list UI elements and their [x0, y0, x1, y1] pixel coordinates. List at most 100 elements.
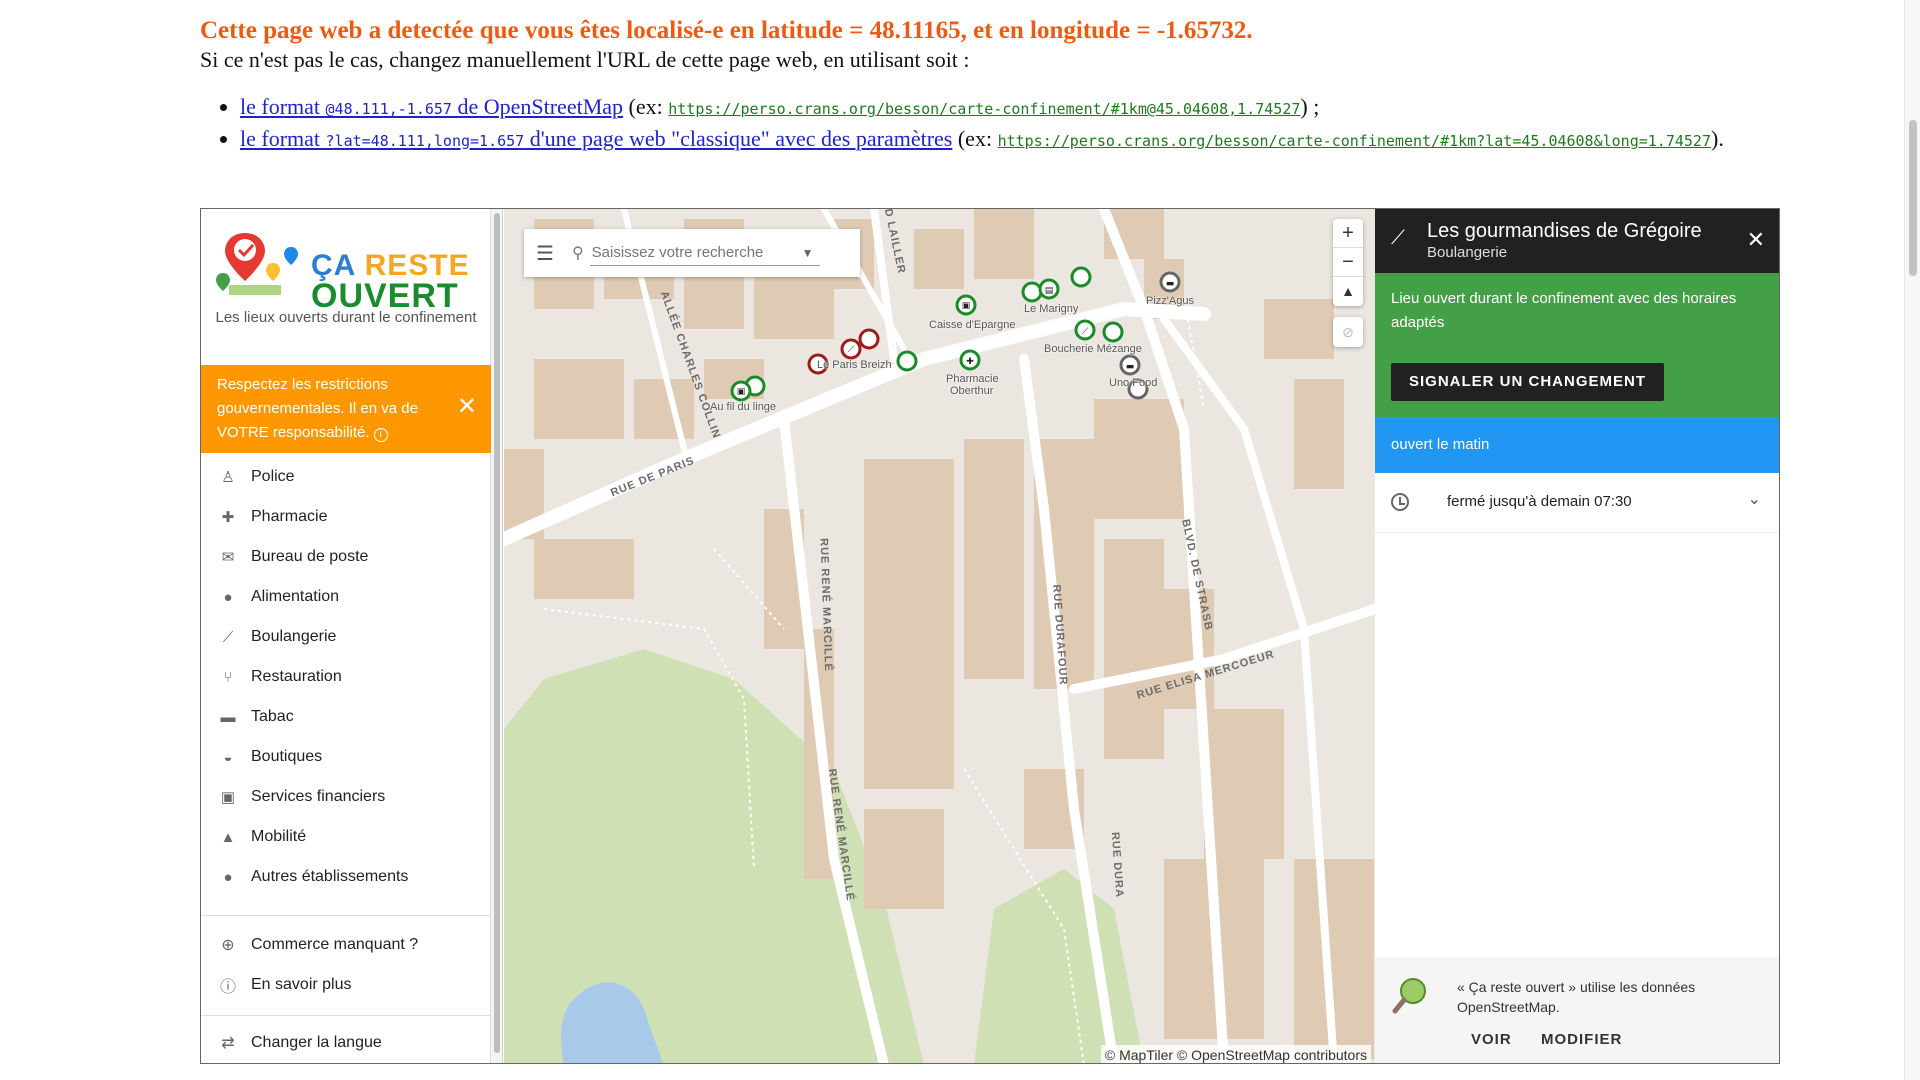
search-bar: ☰ ⚲ ▼ — [524, 229, 860, 277]
basket-icon: ◒ — [223, 748, 233, 766]
category-pharmacie[interactable]: ✚ Pharmacie — [201, 497, 491, 537]
learn-more-item[interactable]: ⓘ En savoir plus — [201, 965, 491, 1005]
category-alimentation[interactable]: ● Alimentation — [201, 577, 491, 617]
status-section: Lieu ouvert durant le confinement avec d… — [1375, 273, 1779, 417]
pin-icon: ● — [223, 868, 233, 886]
food-icon: ● — [223, 588, 233, 606]
format-osm-link[interactable]: le format @48.111,-1.657 de OpenStreetMa… — [240, 94, 623, 119]
map-app: ÇA RESTE OUVERT Les lieux ouverts durant… — [200, 208, 1780, 1064]
category-restauration[interactable]: ⑂ Restauration — [201, 657, 491, 697]
pharmacy-icon: ✚ — [221, 509, 235, 526]
magnifier-globe-icon — [1392, 978, 1426, 1014]
category-list: ♙ Police ✚ Pharmacie ✉ Bureau de poste ● Ali… — [201, 457, 491, 897]
opening-hours-row[interactable]: fermé jusqu'à demain 07:30 ⌄ — [1375, 473, 1779, 533]
missing-shop-item[interactable]: ⊕ Commerce manquant ? — [201, 925, 491, 965]
svg-text:▣: ▣ — [737, 387, 746, 397]
compass-button[interactable]: ▲ — [1333, 277, 1363, 306]
info-circle-icon: ⓘ — [219, 979, 236, 996]
zoom-in-button[interactable]: + — [1333, 219, 1363, 248]
bread-icon: ⟋ — [1391, 227, 1405, 249]
format-item-params: le format ?lat=48.111,long=1.657 d'une p… — [240, 124, 1760, 156]
format-list: le format @48.111,-1.657 de OpenStreetMa… — [200, 92, 1760, 156]
change-language-item[interactable]: ⇄ Changer la langue — [201, 1023, 491, 1063]
example-params-url[interactable]: https://perso.crans.org/besson/carte-con… — [998, 132, 1711, 150]
translate-icon: ⇄ — [221, 1035, 235, 1052]
sidebar: ÇA RESTE OUVERT Les lieux ouverts durant… — [201, 209, 491, 1063]
category-tabac[interactable]: ▬ Tabac — [201, 697, 491, 737]
place-name: Les gourmandises de Grégoire — [1427, 220, 1702, 242]
poi-label[interactable]: Au fil du linge — [710, 401, 776, 413]
format-params-link[interactable]: le format ?lat=48.111,long=1.657 d'une p… — [240, 126, 952, 151]
svg-text:⟋: ⟋ — [848, 345, 855, 355]
zoom-out-button[interactable]: − — [1333, 248, 1363, 277]
app-logo[interactable]: ÇA RESTE OUVERT — [215, 229, 477, 313]
poi-label[interactable]: Pharmacie — [946, 373, 999, 385]
logo-pins-icon — [216, 233, 298, 295]
panel-footer: « Ça reste ouvert » utilise les données … — [1375, 957, 1779, 1063]
tagline: Les lieux ouverts durant le confinement — [215, 309, 477, 326]
format-item-osm: le format @48.111,-1.657 de OpenStreetMa… — [240, 92, 1760, 124]
poi-label[interactable]: Uno Food — [1109, 377, 1157, 389]
place-category: Boulangerie — [1427, 244, 1508, 261]
restaurant-icon: ⑂ — [223, 668, 233, 686]
opening-info: ouvert le matin — [1375, 417, 1779, 473]
page-scrollbar-thumb[interactable] — [1909, 120, 1917, 276]
zoom-controls: + − ▲ — [1333, 219, 1363, 306]
info-icon[interactable]: i — [373, 428, 388, 442]
map-attribution[interactable]: © MapTiler © OpenStreetMap contributors — [1100, 1045, 1371, 1063]
svg-text:▤: ▤ — [1045, 286, 1054, 296]
location-instructions: Si ce n'est pas le cas, changez manuelle… — [200, 47, 970, 72]
category-mobilite[interactable]: ▲ Mobilité — [201, 817, 491, 857]
category-services-financiers[interactable]: ▣ Services financiers — [201, 777, 491, 817]
tobacco-icon: ▬ — [220, 708, 236, 726]
map-view[interactable]: ▣ ⟋ ▣ ✚ ▤ ⟋ ▬ ▬ RUE DE PARIS ALLÉE CHARLES CO… — [504, 209, 1375, 1064]
status-text: Lieu ouvert durant le confinement avec d… — [1391, 290, 1737, 331]
category-bureau-de-poste[interactable]: ✉ Bureau de poste — [201, 537, 491, 577]
svg-text:⟋: ⟋ — [1082, 327, 1089, 337]
panel-header: ⟋ Les gourmandises de Grégoire Boulanger… — [1375, 209, 1779, 273]
edit-osm-button[interactable]: MODIFIER — [1541, 1031, 1622, 1048]
mail-icon: ✉ — [221, 549, 235, 566]
clock-icon — [1391, 493, 1409, 511]
category-boutiques[interactable]: ◒ Boutiques — [201, 737, 491, 777]
sidebar-scrollbar[interactable] — [491, 209, 503, 1063]
location-notice: Cette page web a detectée que vous êtes … — [200, 17, 1253, 44]
map-canvas[interactable]: ▣ ⟋ ▣ ✚ ▤ ⟋ ▬ ▬ — [504, 209, 1375, 1064]
category-autres[interactable]: ● Autres établissements — [201, 857, 491, 897]
logo-text: ÇA RESTE OUVERT — [311, 249, 470, 315]
view-osm-button[interactable]: VOIR — [1471, 1031, 1512, 1048]
geolocate-button[interactable]: ⊘ — [1333, 317, 1363, 347]
chevron-down-icon[interactable]: ⌄ — [1748, 489, 1761, 509]
poi-label[interactable]: Oberthur — [950, 385, 993, 397]
category-boulangerie[interactable]: ⟋ Boulangerie — [201, 617, 491, 657]
sidebar-scrollbar-thumb[interactable] — [494, 213, 500, 1053]
poi-label[interactable]: Caisse d'Epargne — [929, 319, 1016, 331]
search-icon: ⚲ — [571, 245, 584, 262]
bread-icon: ⟋ — [222, 628, 234, 646]
sidebar-divider — [201, 1015, 491, 1016]
osm-notice: « Ça reste ouvert » utilise les données … — [1457, 979, 1696, 1015]
poi-label[interactable]: Boucherie Mézange — [1044, 343, 1142, 355]
category-police[interactable]: ♙ Police — [201, 457, 491, 497]
close-panel-icon[interactable]: ✕ — [1747, 227, 1765, 253]
svg-text:▣: ▣ — [962, 301, 971, 311]
opening-hours-text: fermé jusqu'à demain 07:30 — [1447, 493, 1632, 510]
poi-label[interactable]: Le Marigny — [1024, 303, 1078, 315]
svg-text:▬: ▬ — [1126, 362, 1135, 372]
page-scrollbar[interactable] — [1904, 0, 1920, 1080]
chevron-down-icon[interactable]: ▼ — [802, 246, 814, 260]
location-off-icon: ⊘ — [1342, 324, 1354, 340]
search-input[interactable] — [589, 240, 820, 266]
sidebar-divider — [201, 915, 491, 916]
close-warning-icon[interactable]: ✕ — [457, 395, 477, 419]
restrictions-warning: Respectez les restrictions gouvernementa… — [201, 365, 491, 453]
svg-text:✚: ✚ — [966, 357, 974, 367]
poi-label[interactable]: Le Paris Breizh — [817, 359, 892, 371]
add-circle-icon: ⊕ — [221, 937, 235, 954]
menu-icon[interactable]: ☰ — [536, 241, 554, 266]
poi-label[interactable]: Pizz'Agus — [1146, 295, 1194, 307]
road-icon: ▲ — [220, 828, 236, 846]
example-osm-url[interactable]: https://perso.crans.org/besson/carte-con… — [668, 100, 1300, 118]
report-change-button[interactable]: SIGNALER UN CHANGEMENT — [1391, 363, 1665, 401]
page-header: Cette page web a detectée que vous êtes … — [200, 16, 1760, 156]
